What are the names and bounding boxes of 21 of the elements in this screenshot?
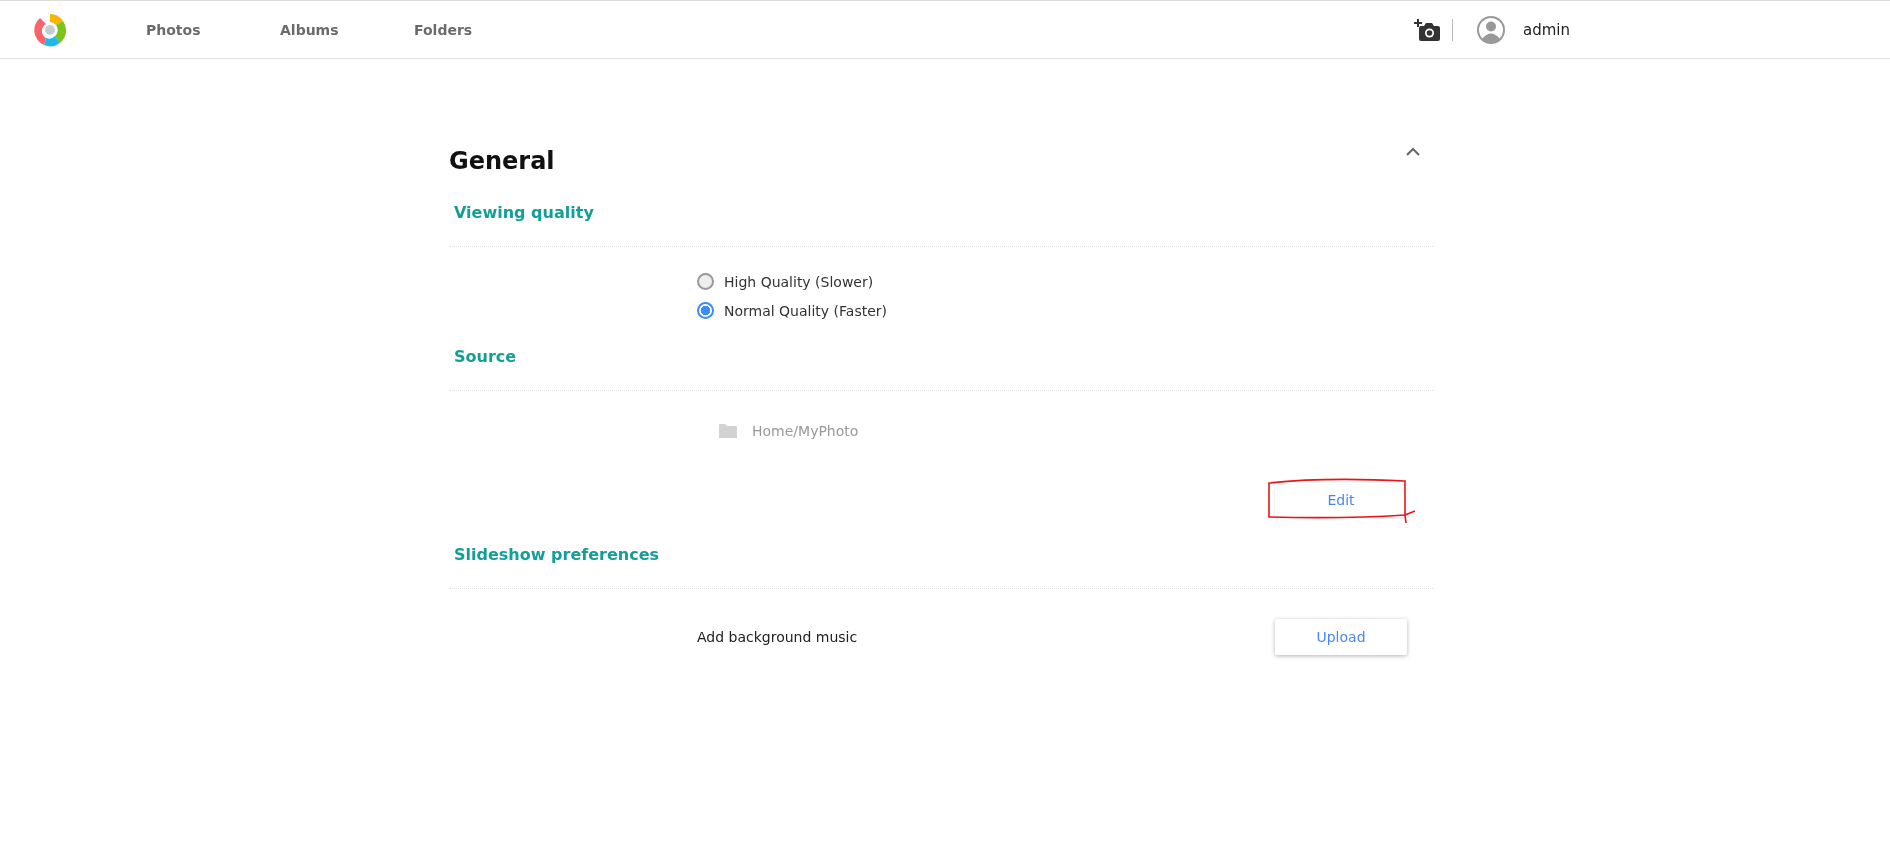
nav-tab[interactable]: Photos [146,21,280,38]
chevron-icon[interactable] [1405,147,1421,157]
section-heading: Source [454,347,518,367]
section-heading: Slideshow preferences [454,545,661,565]
app-logo-icon[interactable] [32,11,68,48]
panel-title: General [449,147,555,175]
edit-button[interactable]: Edit [1275,483,1407,517]
nav-tab[interactable]: Folders [414,21,548,38]
user-avatar-icon[interactable] [1477,15,1505,44]
radio-label[interactable]: High Quality (Slower) [724,273,874,290]
user-name[interactable]: admin [1523,20,1570,39]
radio-button[interactable] [697,273,714,290]
add-camera-icon[interactable] [1414,18,1440,41]
nav-tab[interactable]: Albums [280,21,414,38]
setting-label: Add background music [697,629,858,645]
radio-button[interactable] [697,302,714,319]
section-heading: Viewing quality [454,203,595,223]
radio-label[interactable]: Normal Quality (Faster) [724,302,887,319]
folder-icon [718,423,738,439]
folder-path: Home/MyPhoto [752,423,859,439]
upload-button[interactable]: Upload [1275,619,1407,655]
